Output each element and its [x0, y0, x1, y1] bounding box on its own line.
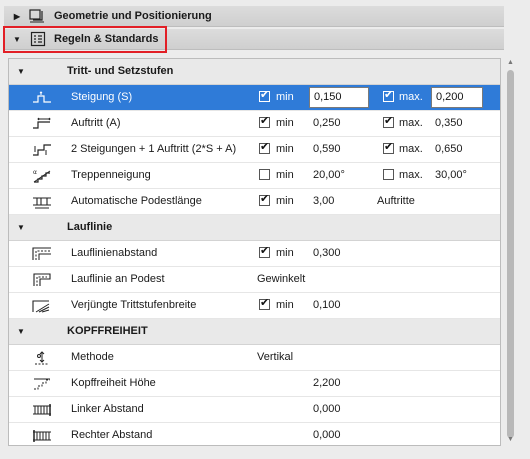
min-checkbox[interactable] [259, 141, 270, 154]
row-label: Linker Abstand [71, 403, 144, 415]
table-row-landing[interactable]: Automatische Podestlänge min 3,00 Auftri… [9, 189, 500, 215]
row-label: Automatische Podestlänge [71, 195, 202, 207]
min-label: min [276, 143, 294, 155]
table-row-tapered[interactable]: Verjüngte Trittstufenbreite min 0,100 [9, 293, 500, 319]
min-value[interactable]: 20,00° [313, 163, 345, 188]
table-row-auftritt[interactable]: Auftritt (A) min 0,250 max. 0,350 [9, 111, 500, 137]
group-header-headroom[interactable]: ▼ KOPFFREIHEIT [9, 319, 500, 345]
max-value[interactable]: 0,650 [435, 137, 463, 162]
riser-icon [29, 85, 55, 110]
table-row-slope[interactable]: α Treppenneigung min 20,00° max. 30,00° [9, 163, 500, 189]
panel-rules-header[interactable]: ▼ Regeln & Standards [4, 29, 504, 50]
svg-text:α: α [33, 169, 37, 176]
collapse-arrow-icon: ▼ [17, 67, 25, 76]
min-checkbox[interactable] [259, 193, 270, 206]
table-row-method[interactable]: Methode Vertikal [9, 345, 500, 371]
min-value[interactable]: 0,250 [313, 111, 341, 136]
min-value[interactable]: 0,300 [313, 241, 341, 266]
unit-label: Auftritte [377, 195, 415, 207]
row-label: Rechter Abstand [71, 429, 153, 441]
headroom-height-value[interactable]: 2,200 [313, 371, 341, 396]
scroll-up-icon[interactable]: ▲ [507, 59, 514, 66]
rules-icon [28, 31, 48, 47]
collapse-arrow-icon: ▼ [17, 223, 25, 232]
stair-slope-icon: α [29, 163, 55, 188]
max-checkbox[interactable] [383, 141, 394, 154]
tapered-tread-icon [29, 293, 55, 318]
row-label: Verjüngte Trittstufenbreite [71, 299, 197, 311]
table-row-left-clearance[interactable]: Linker Abstand 0,000 [9, 397, 500, 423]
tread-icon [29, 111, 55, 136]
scroll-down-icon[interactable]: ▼ [507, 436, 514, 443]
vertical-scrollbar[interactable]: ▲ ▼ [504, 58, 518, 446]
collapse-arrow-icon: ▼ [17, 327, 25, 336]
row-label: Auftritt (A) [71, 117, 121, 129]
headroom-height-icon [29, 371, 55, 396]
row-label: Kopffreiheit Höhe [71, 377, 156, 389]
panel-geometry-header[interactable]: ▶ Geometrie und Positionierung [4, 6, 504, 27]
max-value[interactable]: 0,350 [435, 111, 463, 136]
table-row-right-clearance[interactable]: Rechter Abstand 0,000 [9, 423, 500, 445]
group-header-walkline[interactable]: ▼ Lauflinie [9, 215, 500, 241]
left-clearance-icon [29, 397, 55, 422]
geometry-icon [28, 8, 48, 24]
table-row-walkline-landing[interactable]: Lauflinie an Podest Gewinkelt [9, 267, 500, 293]
walkline-mode-value[interactable]: Gewinkelt [257, 267, 305, 292]
min-checkbox[interactable] [259, 169, 270, 180]
table-row-formula[interactable]: 2 Steigungen + 1 Auftritt (2*S + A) min … [9, 137, 500, 163]
settings-table: ▼ Tritt- und Setzstufen Steigung (S) min… [8, 58, 501, 446]
min-value[interactable]: 0,100 [313, 293, 341, 318]
min-value[interactable]: 3,00 [313, 189, 334, 214]
group-title: KOPFFREIHEIT [67, 325, 148, 337]
min-label: min [276, 91, 294, 103]
group-title: Tritt- und Setzstufen [67, 65, 174, 77]
panel-title: Geometrie und Positionierung [54, 10, 212, 22]
expand-arrow-icon: ▶ [13, 11, 21, 21]
right-clearance-value[interactable]: 0,000 [313, 423, 341, 445]
method-value[interactable]: Vertikal [257, 345, 293, 370]
min-label: min [276, 247, 294, 259]
max-value[interactable]: 30,00° [435, 163, 467, 188]
max-label: max. [399, 91, 423, 103]
row-label: Methode [71, 351, 114, 363]
row-label: Steigung (S) [71, 91, 133, 103]
row-label: 2 Steigungen + 1 Auftritt (2*S + A) [71, 143, 237, 155]
max-label: max. [399, 143, 423, 155]
max-checkbox[interactable] [383, 169, 394, 180]
panel-title: Regeln & Standards [54, 33, 159, 45]
step-formula-icon [29, 137, 55, 162]
collapse-arrow-icon: ▼ [13, 34, 21, 44]
min-checkbox[interactable] [259, 115, 270, 128]
min-checkbox[interactable] [259, 245, 270, 258]
right-clearance-icon [29, 423, 55, 445]
table-row-headroom-height[interactable]: Kopffreiheit Höhe 2,200 [9, 371, 500, 397]
max-label: max. [399, 117, 423, 129]
row-label: Lauflinienabstand [71, 247, 158, 259]
min-label: min [276, 195, 294, 207]
max-value-input[interactable]: 0,200 [431, 87, 483, 108]
max-checkbox[interactable] [383, 89, 394, 102]
min-checkbox[interactable] [259, 297, 270, 310]
max-checkbox[interactable] [383, 115, 394, 128]
min-value-input[interactable]: 0,150 [309, 87, 369, 108]
min-checkbox[interactable] [259, 89, 270, 102]
left-clearance-value[interactable]: 0,000 [313, 397, 341, 422]
min-label: min [276, 299, 294, 311]
max-label: max. [399, 169, 423, 181]
scroll-thumb[interactable] [507, 70, 514, 438]
table-row-steigung[interactable]: Steigung (S) min 0,150 max. 0,200 [9, 85, 500, 111]
group-header-treads[interactable]: ▼ Tritt- und Setzstufen [9, 59, 500, 85]
row-label: Treppenneigung [71, 169, 151, 181]
walkline-offset-icon [29, 241, 55, 266]
walkline-landing-icon [29, 267, 55, 292]
min-label: min [276, 117, 294, 129]
min-label: min [276, 169, 294, 181]
group-title: Lauflinie [67, 221, 113, 233]
method-icon [29, 345, 55, 370]
landing-length-icon [29, 189, 55, 214]
row-label: Lauflinie an Podest [71, 273, 165, 285]
min-value[interactable]: 0,590 [313, 137, 341, 162]
table-row-walkline-offset[interactable]: Lauflinienabstand min 0,300 [9, 241, 500, 267]
